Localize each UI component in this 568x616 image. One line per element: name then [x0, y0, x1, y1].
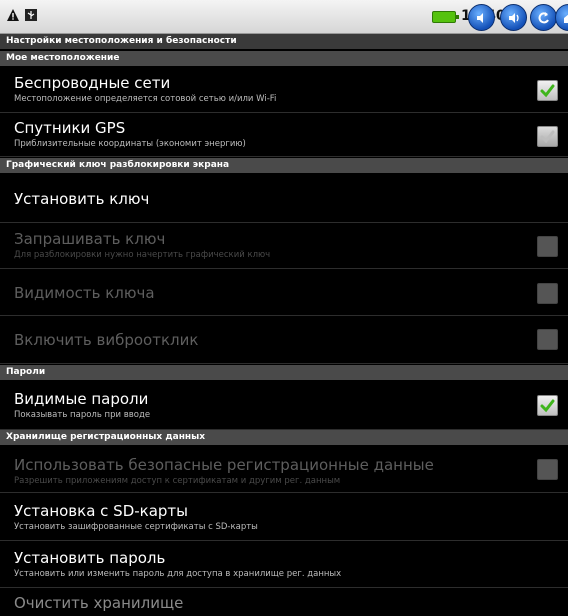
tactile-feedback-title: Включить виброотклик — [14, 331, 199, 349]
section-location: Мое местоположение — [0, 51, 568, 66]
set-password-row[interactable]: Установить пароль Установить или изменит… — [0, 541, 568, 588]
section-pattern: Графический ключ разблокировки экрана — [0, 158, 568, 173]
gps-checkbox[interactable] — [537, 126, 558, 147]
visible-passwords-checkbox[interactable] — [537, 395, 558, 416]
section-passwords: Пароли — [0, 365, 568, 380]
warning-icon — [6, 7, 20, 21]
wireless-networks-summary: Местоположение определяется сотовой сеть… — [14, 94, 277, 104]
visible-pattern-title: Видимость ключа — [14, 284, 155, 302]
home-icon[interactable] — [555, 4, 568, 31]
require-pattern-checkbox[interactable] — [537, 236, 558, 257]
install-sd-title: Установка с SD-карты — [14, 502, 189, 520]
gps-title: Спутники GPS — [14, 119, 126, 137]
set-pattern-title: Установить ключ — [14, 190, 150, 208]
clear-storage-title: Очистить хранилище — [14, 594, 184, 612]
visible-pattern-checkbox[interactable] — [537, 283, 558, 304]
use-credentials-title: Использовать безопасные регистрационные … — [14, 456, 434, 474]
install-sd-row[interactable]: Установка с SD-карты Установить зашифров… — [0, 493, 568, 541]
check-icon — [540, 399, 555, 413]
visible-passwords-title: Видимые пароли — [14, 390, 149, 408]
tactile-feedback-checkbox[interactable] — [537, 329, 558, 350]
volume-down-icon[interactable] — [468, 4, 495, 31]
require-pattern-summary: Для разблокировки нужно начертить графич… — [14, 250, 271, 260]
screen-title: Настройки местоположения и безопасности — [0, 34, 568, 49]
use-credentials-checkbox[interactable] — [537, 459, 558, 480]
status-bar: 13:40 — [0, 0, 568, 34]
install-sd-summary: Установить зашифрованные сертификаты с S… — [14, 522, 258, 532]
visible-passwords-summary: Показывать пароль при вводе — [14, 410, 151, 420]
wireless-networks-row[interactable]: Беспроводные сети Местоположение определ… — [0, 68, 568, 113]
use-credentials-summary: Разрешить приложениям доступ к сертифика… — [14, 476, 341, 486]
require-pattern-title: Запрашивать ключ — [14, 230, 166, 248]
wireless-networks-title: Беспроводные сети — [14, 74, 171, 92]
back-icon[interactable] — [530, 4, 557, 31]
wireless-networks-checkbox[interactable] — [537, 80, 558, 101]
battery-icon — [432, 11, 459, 23]
set-password-summary: Установить или изменить пароль для досту… — [14, 569, 342, 579]
clear-storage-row[interactable]: Очистить хранилище — [0, 588, 568, 616]
section-credentials: Хранилище регистрационных данных — [0, 430, 568, 445]
set-pattern-row[interactable]: Установить ключ — [0, 175, 568, 223]
gps-summary: Приблизительные координаты (экономит эне… — [14, 139, 246, 149]
visible-pattern-row[interactable]: Видимость ключа — [0, 269, 568, 316]
set-password-title: Установить пароль — [14, 549, 166, 567]
visible-passwords-row[interactable]: Видимые пароли Показывать пароль при вво… — [0, 382, 568, 430]
use-credentials-row[interactable]: Использовать безопасные регистрационные … — [0, 447, 568, 493]
tactile-feedback-row[interactable]: Включить виброотклик — [0, 316, 568, 364]
check-icon — [540, 84, 555, 98]
require-pattern-row[interactable]: Запрашивать ключ Для разблокировки нужно… — [0, 223, 568, 269]
usb-icon — [24, 7, 38, 21]
volume-up-icon[interactable] — [500, 4, 527, 31]
check-icon — [540, 130, 555, 144]
gps-row[interactable]: Спутники GPS Приблизительные координаты … — [0, 113, 568, 157]
status-icons-left — [6, 7, 38, 21]
